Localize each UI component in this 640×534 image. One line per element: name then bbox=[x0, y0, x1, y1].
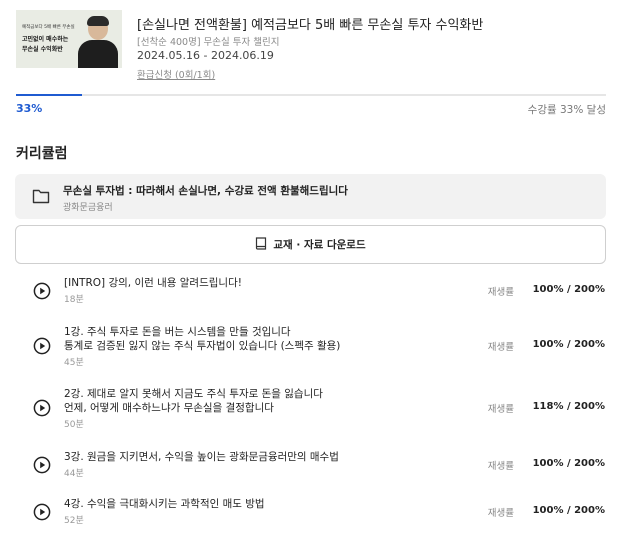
progress-percent: 33% bbox=[16, 102, 43, 115]
chapter-author: 광화문금융러 bbox=[63, 203, 113, 213]
folder-icon bbox=[32, 189, 50, 204]
lesson-title: 1강. 주식 투자로 돈을 버는 시스템을 만들 것입니다통계로 검증된 잃지 … bbox=[64, 325, 340, 353]
progress-bar bbox=[16, 94, 606, 96]
thumbnail-headline: 고민없이 매수하는 bbox=[22, 36, 69, 43]
play-icon[interactable] bbox=[33, 282, 51, 300]
play-rate-label: 재생률 bbox=[487, 461, 514, 472]
lesson-title: 3강. 원금을 지키면서, 수익을 높이는 광화문금융러만의 매수법 bbox=[64, 450, 339, 464]
play-rate-label: 재생률 bbox=[487, 342, 514, 353]
lesson-title: [INTRO] 강의, 이런 내용 알려드립니다! bbox=[64, 276, 242, 290]
course-header: 예적금보다 5배 빠른 무손실 고민없이 매수하는 무손실 수익화반 [손실나면… bbox=[16, 10, 624, 81]
lesson-title-line: 통계로 검증된 잃지 않는 주식 투자법이 있습니다 (스펙주 활용) bbox=[64, 340, 341, 352]
play-rate-value: 100% / 200% bbox=[532, 284, 605, 295]
progress-bar-fill bbox=[16, 94, 83, 96]
lesson-item[interactable]: 2강. 제대로 알지 못해서 지금도 주식 투자로 돈을 잃습니다언제, 어떻게… bbox=[16, 387, 606, 431]
curriculum-heading: 커리큘럼 bbox=[16, 146, 68, 162]
play-icon[interactable] bbox=[33, 503, 51, 521]
chapter-header[interactable]: 무손실 투자법 : 따라해서 손실나면, 수강료 전액 환불해드립니다 광화문금… bbox=[15, 174, 606, 219]
play-icon[interactable] bbox=[33, 399, 51, 417]
play-rate-label: 재생률 bbox=[487, 404, 514, 415]
play-rate-value: 100% / 200% bbox=[532, 505, 605, 516]
play-icon[interactable] bbox=[33, 456, 51, 474]
lesson-duration: 18분 bbox=[64, 295, 84, 305]
instructor-image bbox=[78, 12, 118, 68]
course-thumbnail[interactable]: 예적금보다 5배 빠른 무손실 고민없이 매수하는 무손실 수익화반 bbox=[16, 10, 122, 68]
play-icon[interactable] bbox=[33, 337, 51, 355]
lesson-duration: 50분 bbox=[64, 420, 84, 430]
lesson-duration: 44분 bbox=[64, 469, 84, 479]
lesson-title-line: 4강. 수익을 극대화시키는 과학적인 매도 방법 bbox=[64, 498, 265, 510]
lesson-title-line: 언제, 어떻게 매수하느냐가 무손실을 결정합니다 bbox=[64, 402, 274, 414]
course-subtitle: [선착순 400명] 무손실 투자 챌린지 bbox=[137, 37, 280, 48]
book-icon bbox=[256, 237, 267, 250]
lesson-title-line: [INTRO] 강의, 이런 내용 알려드립니다! bbox=[64, 277, 242, 289]
download-label: 교재 · 자료 다운로드 bbox=[273, 239, 366, 251]
play-rate-label: 재생률 bbox=[487, 508, 514, 519]
play-rate-value: 118% / 200% bbox=[532, 401, 605, 412]
refund-request-link[interactable]: 환급신청 (0회/1회) bbox=[137, 67, 215, 81]
thumbnail-headline-2: 무손실 수익화반 bbox=[22, 46, 63, 53]
progress-status: 수강률 33% 달성 bbox=[527, 104, 606, 116]
lesson-item[interactable]: 4강. 수익을 극대화시키는 과학적인 매도 방법 52분 재생률 100% / 20… bbox=[16, 497, 606, 527]
download-materials-button[interactable]: 교재 · 자료 다운로드 bbox=[15, 225, 606, 264]
play-rate-value: 100% / 200% bbox=[532, 458, 605, 469]
lesson-title-line: 2강. 제대로 알지 못해서 지금도 주식 투자로 돈을 잃습니다 bbox=[64, 388, 323, 400]
lesson-title: 4강. 수익을 극대화시키는 과학적인 매도 방법 bbox=[64, 497, 265, 511]
lesson-title-line: 3강. 원금을 지키면서, 수익을 높이는 광화문금융러만의 매수법 bbox=[64, 451, 339, 463]
course-title[interactable]: [손실나면 전액환불] 예적금보다 5배 빠른 무손실 투자 수익화반 bbox=[137, 14, 483, 33]
lesson-title: 2강. 제대로 알지 못해서 지금도 주식 투자로 돈을 잃습니다언제, 어떻게… bbox=[64, 387, 323, 415]
lesson-item[interactable]: 1강. 주식 투자로 돈을 버는 시스템을 만들 것입니다통계로 검증된 잃지 … bbox=[16, 325, 606, 369]
chapter-title: 무손실 투자법 : 따라해서 손실나면, 수강료 전액 환불해드립니다 bbox=[63, 185, 348, 197]
lesson-title-line: 1강. 주식 투자로 돈을 버는 시스템을 만들 것입니다 bbox=[64, 326, 291, 338]
play-rate-value: 100% / 200% bbox=[532, 339, 605, 350]
lesson-item[interactable]: 3강. 원금을 지키면서, 수익을 높이는 광화문금융러만의 매수법 44분 재생률… bbox=[16, 450, 606, 480]
course-dates: 2024.05.16 - 2024.06.19 bbox=[137, 49, 274, 62]
thumbnail-caption: 예적금보다 5배 빠른 무손실 bbox=[22, 25, 75, 30]
lesson-duration: 52분 bbox=[64, 516, 84, 526]
lesson-duration: 45분 bbox=[64, 358, 84, 368]
lesson-item[interactable]: [INTRO] 강의, 이런 내용 알려드립니다! 18분 재생률 100% / 20… bbox=[16, 276, 606, 306]
play-rate-label: 재생률 bbox=[487, 287, 514, 298]
